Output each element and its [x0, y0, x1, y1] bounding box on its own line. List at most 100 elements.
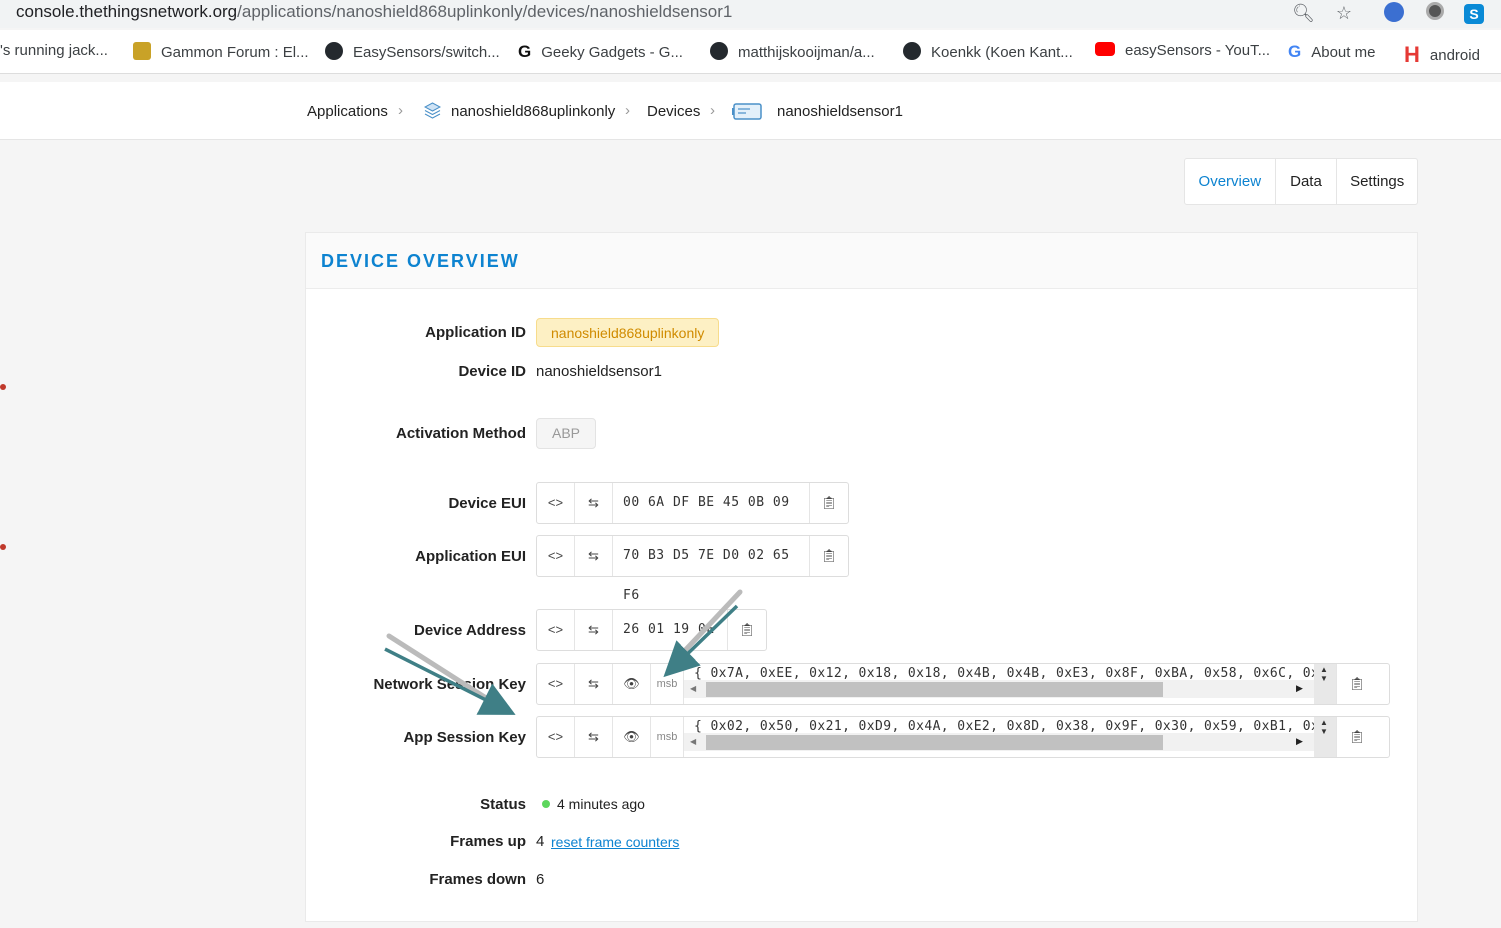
- bookmark-item[interactable]: G About me: [1288, 42, 1375, 62]
- geeky-gadgets-icon: G: [518, 42, 532, 61]
- clipboard-icon[interactable]: 📋︎: [728, 610, 766, 650]
- msb-toggle[interactable]: msb: [651, 664, 684, 704]
- frames-up-label: Frames up: [450, 833, 526, 850]
- bookmark-item[interactable]: Koenkk (Koen Kant...: [903, 42, 1073, 61]
- nwk-key-value: { 0x7A, 0xEE, 0x12, 0x18, 0x18, 0x4B, 0x…: [694, 666, 1336, 681]
- scrollbar-thumb[interactable]: [706, 682, 1163, 697]
- clipboard-icon[interactable]: 📋︎: [810, 483, 848, 523]
- reset-frame-counters-link[interactable]: reset frame counters: [551, 834, 679, 850]
- star-icon[interactable]: ☆: [1333, 2, 1355, 24]
- bookmark-item[interactable]: EasySensors/switch...: [325, 42, 500, 61]
- dev-addr-value: 26 01 19 0E: [613, 610, 728, 650]
- bookmark-item[interactable]: matthijskooijman/a...: [710, 42, 875, 61]
- device-tabs: Overview Data Settings: [1184, 158, 1418, 205]
- scrollbar-thumb[interactable]: [706, 735, 1163, 750]
- chevron-right-icon: ›: [710, 102, 715, 119]
- chevron-right-icon: ›: [625, 102, 630, 119]
- breadcrumb: Applications › nanoshield868uplinkonly ›…: [0, 82, 1501, 140]
- scroll-right-icon[interactable]: ▶: [1296, 736, 1303, 747]
- bookmark-label: About me: [1311, 44, 1376, 61]
- bookmark-label: Geeky Gadgets - G...: [541, 44, 683, 61]
- bookmark-label: Gammon Forum : El...: [161, 44, 309, 61]
- app-key-field: <> ⇆ 👁︎ msb { 0x02, 0x50, 0x21, 0xD9, 0x…: [536, 716, 1390, 758]
- swap-icon[interactable]: ⇆: [575, 483, 613, 523]
- code-toggle-icon[interactable]: <>: [537, 610, 575, 650]
- code-toggle-icon[interactable]: <>: [537, 717, 575, 757]
- bookmark-label: matthijskooijman/a...: [738, 44, 875, 61]
- scroll-up-icon[interactable]: ▲ ▼: [1320, 665, 1328, 683]
- status-label: Status: [480, 796, 526, 813]
- dev-addr-label: Device Address: [413, 622, 526, 639]
- bookmark-label: android: [1429, 47, 1480, 64]
- nwk-key-scroll-area[interactable]: { 0x7A, 0xEE, 0x12, 0x18, 0x18, 0x4B, 0x…: [684, 664, 1337, 704]
- bookmark-item[interactable]: G Geeky Gadgets - G...: [518, 42, 683, 62]
- scroll-left-icon[interactable]: ◀: [690, 684, 696, 693]
- bookmark-item[interactable]: Handroid: [1404, 42, 1480, 68]
- device-id-label: Device ID: [458, 363, 526, 380]
- extension-icon-2[interactable]: [1424, 2, 1446, 24]
- app-key-scroll-area[interactable]: { 0x02, 0x50, 0x21, 0xD9, 0x4A, 0xE2, 0x…: [684, 717, 1337, 757]
- bookmark-label: EasySensors/switch...: [353, 44, 500, 61]
- eye-slash-icon[interactable]: 👁︎: [613, 664, 651, 704]
- app-eui-label: Application EUI: [415, 548, 526, 565]
- code-toggle-icon[interactable]: <>: [537, 483, 575, 523]
- bookmarks-bar: 's running jack... Gammon Forum : El... …: [0, 30, 1501, 74]
- youtube-icon: [1095, 42, 1115, 56]
- extension-icon[interactable]: [1383, 2, 1405, 24]
- msb-toggle[interactable]: msb: [651, 717, 684, 757]
- scroll-right-icon[interactable]: ▶: [1296, 683, 1303, 694]
- bookmark-item[interactable]: easySensors - YouT...: [1095, 42, 1270, 59]
- skype-icon[interactable]: S: [1463, 2, 1485, 24]
- code-toggle-icon[interactable]: <>: [537, 664, 575, 704]
- bookmark-item[interactable]: Gammon Forum : El...: [133, 42, 309, 61]
- clipboard-icon[interactable]: 📋︎: [810, 536, 848, 576]
- github-icon: [710, 42, 728, 60]
- activation-label: Activation Method: [396, 425, 526, 442]
- layers-icon: [423, 102, 442, 124]
- bookmark-label: 's running jack...: [0, 42, 108, 59]
- swap-icon[interactable]: ⇆: [575, 536, 613, 576]
- tab-data[interactable]: Data: [1276, 159, 1338, 204]
- device-eui-label: Device EUI: [448, 495, 526, 512]
- scroll-left-icon[interactable]: ◀: [690, 737, 696, 746]
- breadcrumb-applications[interactable]: Applications: [307, 103, 388, 120]
- breadcrumb-device: nanoshieldsensor1: [777, 103, 903, 120]
- scroll-up-icon[interactable]: ▲ ▼: [1320, 718, 1328, 736]
- bookmark-label: Koenkk (Koen Kant...: [931, 44, 1073, 61]
- breadcrumb-app[interactable]: nanoshield868uplinkonly: [451, 103, 615, 120]
- application-id-label: Application ID: [425, 324, 526, 341]
- code-toggle-icon[interactable]: <>: [537, 536, 575, 576]
- google-icon: G: [1288, 42, 1302, 61]
- tab-settings[interactable]: Settings: [1337, 159, 1417, 204]
- swap-icon[interactable]: ⇆: [575, 610, 613, 650]
- bookmark-item[interactable]: 's running jack...: [0, 42, 108, 59]
- status-value: 4 minutes ago: [557, 796, 645, 812]
- device-id-value: nanoshieldsensor1: [536, 363, 662, 380]
- vertical-scrollbar[interactable]: ▲ ▼: [1314, 717, 1336, 757]
- nwk-key-label: Network Session Key: [373, 676, 526, 693]
- bookmark-label: easySensors - YouT...: [1125, 42, 1271, 59]
- address-bar[interactable]: console.thethingsnetwork.org/application…: [0, 0, 1501, 28]
- clipboard-icon[interactable]: 📋︎: [1337, 717, 1377, 757]
- frames-down-label: Frames down: [429, 871, 526, 888]
- url-text[interactable]: console.thethingsnetwork.org/application…: [16, 2, 732, 22]
- github-icon: [325, 42, 343, 60]
- h-icon: H: [1404, 42, 1420, 67]
- device-eui-field: <> ⇆ 00 6A DF BE 45 0B 09 D8 📋︎: [536, 482, 849, 550]
- device-icon: [732, 102, 763, 126]
- clipboard-icon[interactable]: 📋︎: [1337, 664, 1377, 704]
- application-id-badge[interactable]: nanoshield868uplinkonly: [536, 318, 720, 347]
- nwk-key-field: <> ⇆ 👁︎ msb { 0x7A, 0xEE, 0x12, 0x18, 0x…: [536, 663, 1390, 705]
- activation-badge: ABP: [536, 418, 596, 449]
- vertical-scrollbar[interactable]: ▲ ▼: [1314, 664, 1336, 704]
- url-host: console.thethingsnetwork.org: [16, 2, 238, 21]
- swap-icon[interactable]: ⇆: [575, 717, 613, 757]
- eye-slash-icon[interactable]: 👁︎: [613, 717, 651, 757]
- app-eui-field: <> ⇆ 70 B3 D5 7E D0 02 65 F6 📋︎: [536, 535, 849, 603]
- breadcrumb-devices[interactable]: Devices: [647, 103, 700, 120]
- tab-overview[interactable]: Overview: [1185, 159, 1276, 204]
- swap-icon[interactable]: ⇆: [575, 664, 613, 704]
- zoom-icon[interactable]: 🔍︎: [1292, 2, 1315, 24]
- frames-down-value: 6: [536, 871, 545, 888]
- github-icon: [903, 42, 921, 60]
